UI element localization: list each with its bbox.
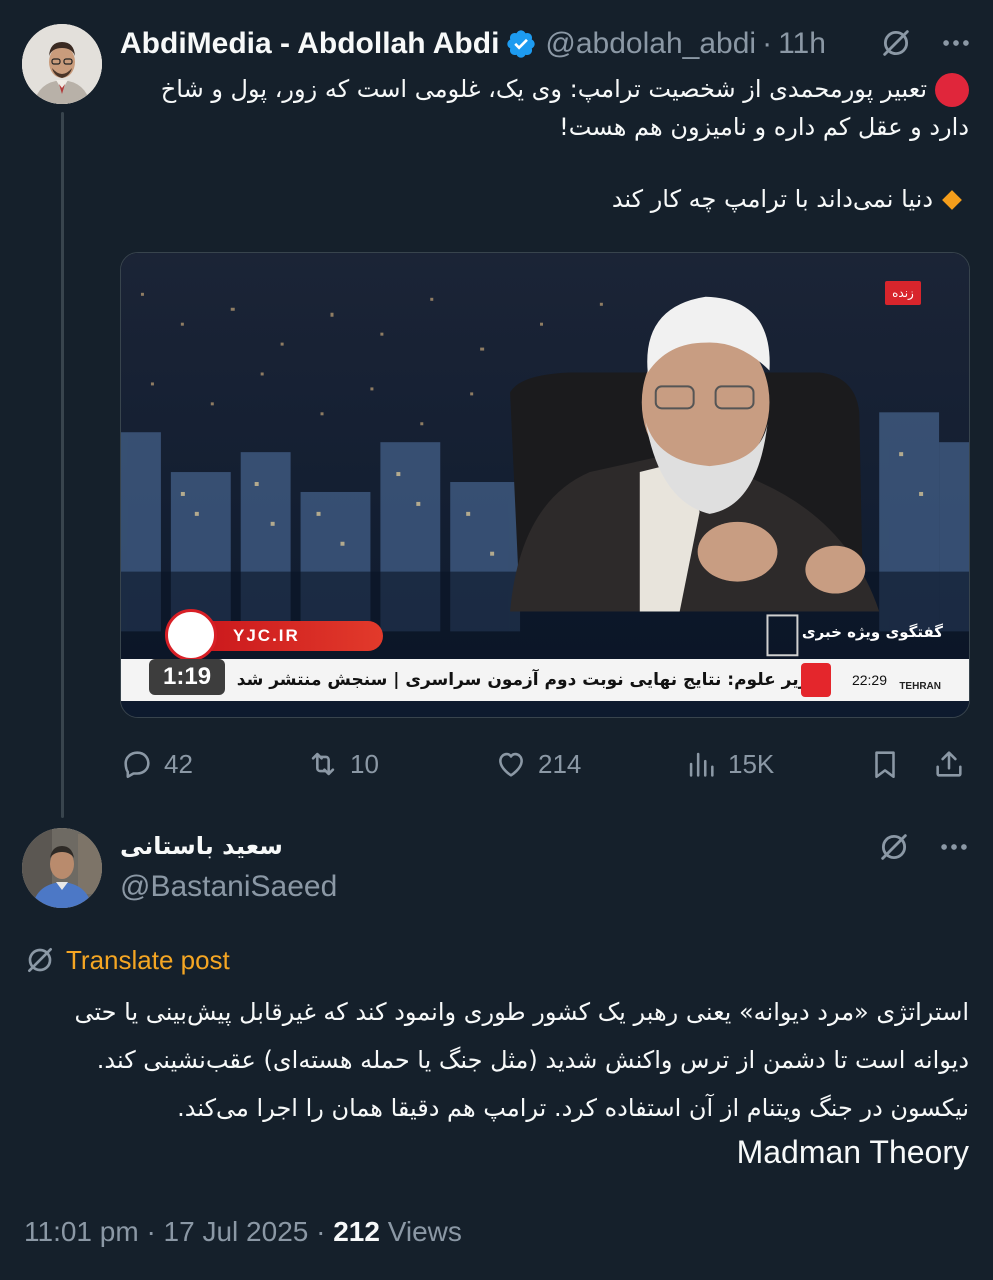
translate-label: Translate post xyxy=(66,944,230,975)
red-circle-icon xyxy=(935,73,969,107)
live-badge: زنده xyxy=(885,281,921,305)
reply-text: استراتژی «مرد دیوانه» یعنی رهبر یک کشور … xyxy=(74,998,969,1122)
yjc-logo xyxy=(165,609,217,661)
verified-badge-icon xyxy=(507,30,536,58)
thread-connector-line xyxy=(61,112,64,818)
header-separator: · xyxy=(762,27,773,60)
segment-title: گفتگوی ویژه خبری xyxy=(801,623,943,641)
share-button[interactable] xyxy=(932,742,966,786)
grok-icon[interactable] xyxy=(877,830,911,864)
ticker-time: 22:29 xyxy=(851,672,887,688)
ticker-text: وزیر علوم: نتایج نهایی نوبت دوم آزمون سر… xyxy=(236,670,819,690)
author-name[interactable]: AbdiMedia - Abdollah Abdi xyxy=(120,27,499,61)
reply-header-actions xyxy=(877,830,971,864)
video-player[interactable]: زنده گفتگوی ویژه خبری YJC.IR وزیر علوم: … xyxy=(120,252,970,718)
retweet-count: 10 xyxy=(350,748,379,779)
reply-author-avatar[interactable] xyxy=(22,828,102,908)
orange-diamond-icon xyxy=(942,190,962,210)
translate-post-link[interactable]: Translate post xyxy=(24,944,230,976)
post-views-label: Views xyxy=(387,1216,462,1247)
post-timestamp[interactable]: 11:01 pm · 17 Jul 2025 · xyxy=(24,1216,325,1247)
post-metadata: 11:01 pm · 17 Jul 2025 · 212 Views xyxy=(24,1216,462,1248)
tweet-text: تعبیر پورمحمدی از شخصیت ترامپ: وی یک، غل… xyxy=(120,70,969,218)
tweet-text-line2: دنیا نمی‌داند با ترامپ چه کار کند xyxy=(611,185,933,213)
reply-author-handle[interactable]: @BastaniSaeed xyxy=(120,870,337,904)
author-handle[interactable]: @abdolah_abdi xyxy=(545,27,756,61)
tweet-time[interactable]: 11h xyxy=(778,27,826,61)
like-count: 214 xyxy=(538,748,582,779)
channel-logo xyxy=(801,663,831,697)
more-icon[interactable] xyxy=(937,830,971,864)
reply-icon xyxy=(124,751,150,779)
tweet-header: AbdiMedia - Abdollah Abdi @abdolah_abdi … xyxy=(120,24,973,64)
views-icon xyxy=(689,752,714,777)
ticker-city: TEHRAN xyxy=(899,681,941,692)
author-avatar[interactable] xyxy=(22,24,102,104)
bookmark-icon xyxy=(875,751,895,779)
reply-text-english: Madman Theory xyxy=(736,1134,969,1170)
retweet-button[interactable]: 10 xyxy=(306,742,379,786)
news-ticker: وزیر علوم: نتایج نهایی نوبت دوم آزمون سر… xyxy=(121,659,969,701)
views-button[interactable]: 15K xyxy=(684,742,774,786)
retweet-icon xyxy=(311,752,335,776)
reply-author-name[interactable]: سعید باستانی xyxy=(120,832,283,860)
video-duration: 1:19 xyxy=(149,659,226,695)
like-button[interactable]: 214 xyxy=(494,742,581,786)
grok-icon[interactable] xyxy=(879,26,913,60)
tweet-text-line1: تعبیر پورمحمدی از شخصیت ترامپ: وی یک، غل… xyxy=(160,75,969,141)
post-views-count: 212 xyxy=(333,1216,380,1247)
translate-icon xyxy=(28,948,52,972)
bookmark-button[interactable] xyxy=(868,742,902,786)
reply-count: 42 xyxy=(164,748,193,779)
tweet-action-bar: 42 10 214 15K xyxy=(120,742,970,786)
like-icon xyxy=(499,752,523,777)
share-icon xyxy=(936,751,962,777)
more-icon[interactable] xyxy=(939,26,973,60)
reply-button[interactable]: 42 xyxy=(120,742,193,786)
views-count: 15K xyxy=(728,748,775,779)
